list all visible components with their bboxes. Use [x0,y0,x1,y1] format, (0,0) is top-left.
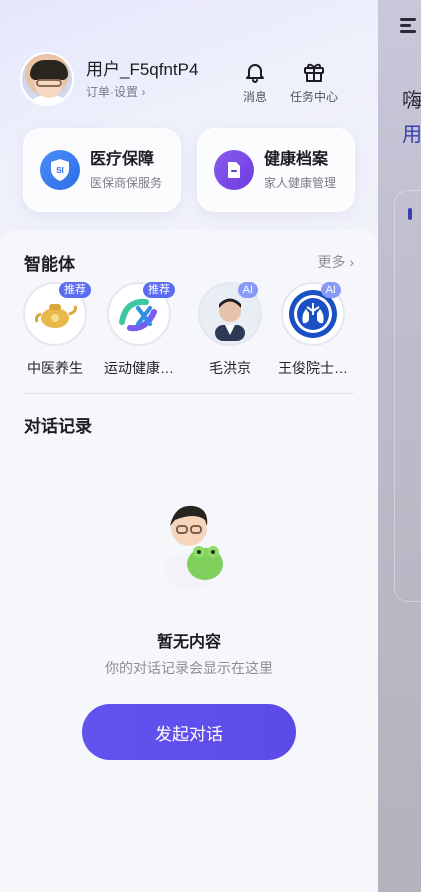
agents-section-title: 智能体 [24,255,75,274]
health-record-icon [214,150,254,190]
recommend-badge: 推荐 [143,282,175,298]
lung-logo-icon: AI [281,282,345,346]
si-shield-icon: SI [40,150,80,190]
ai-badge: AI [237,282,258,298]
empty-state-title: 暂无内容 [156,634,221,651]
agent-doctor-mao[interactable]: AI 毛洪京 [187,282,273,378]
menu-icon[interactable] [400,18,416,33]
background-app: 嗨 用 [378,0,421,892]
agent-name: 王俊院士… [278,360,348,376]
service-subtitle: 家人健康管理 [264,175,337,190]
drawer-header: 用户_F5qfntP4 订单·设置 › 消息 任务中心 SI 医疗保障 医保商保… [0,0,378,250]
orders-settings-link[interactable]: 订单·设置 › [86,83,198,100]
agent-name: 中医养生 [27,360,83,376]
background-text: 用 [402,124,421,146]
service-subtitle: 医保商保服务 [90,175,163,190]
avatar[interactable] [20,52,74,106]
agent-sports-health[interactable]: 推荐 运动健康… [96,282,182,378]
history-section-title: 对话记录 [24,417,92,436]
health-record-card[interactable]: 健康档案 家人健康管理 [197,128,355,212]
background-card [394,190,421,602]
start-conversation-button[interactable]: 发起对话 [82,704,296,760]
service-title: 医疗保障 [90,150,155,168]
side-drawer: 用户_F5qfntP4 订单·设置 › 消息 任务中心 SI 医疗保障 医保商保… [0,0,378,892]
more-agents-link[interactable]: 更多 › [317,252,354,272]
divider [24,393,354,394]
doctor-portrait-icon: AI [198,282,262,346]
user-profile[interactable]: 用户_F5qfntP4 订单·设置 › [20,52,198,106]
sports-logo-icon: 推荐 [107,282,175,346]
agent-tcm-wellness[interactable]: 推荐 中医养生 [12,282,98,378]
main-panel: 智能体 更多 › 推荐 中医养生 推荐 运动健康… AI 毛洪京 AI 王俊院士… [0,230,378,892]
ai-badge: AI [320,282,341,298]
agent-academician-wang[interactable]: AI 王俊院士… [270,282,356,378]
agent-name: 运动健康… [104,360,174,376]
svg-text:SI: SI [56,166,64,175]
user-name: 用户_F5qfntP4 [86,59,199,79]
medical-insurance-card[interactable]: SI 医疗保障 医保商保服务 [23,128,181,212]
bell-icon [246,64,264,83]
task-center-label: 任务中心 [290,90,339,104]
empty-state-subtitle: 你的对话记录会显示在这里 [105,660,273,676]
background-greeting: 嗨 [402,90,421,112]
teapot-icon: 推荐 [23,282,91,346]
recommend-badge: 推荐 [59,282,91,298]
empty-illustration-icon [155,498,231,590]
messages-button[interactable]: 消息 [243,60,267,105]
task-center-button[interactable]: 任务中心 [290,60,338,105]
service-title: 健康档案 [264,150,329,168]
background-bar [408,208,412,220]
user-info: 用户_F5qfntP4 订单·设置 › [86,59,198,100]
gift-icon [304,63,324,82]
messages-label: 消息 [243,90,268,104]
agent-name: 毛洪京 [209,360,251,376]
